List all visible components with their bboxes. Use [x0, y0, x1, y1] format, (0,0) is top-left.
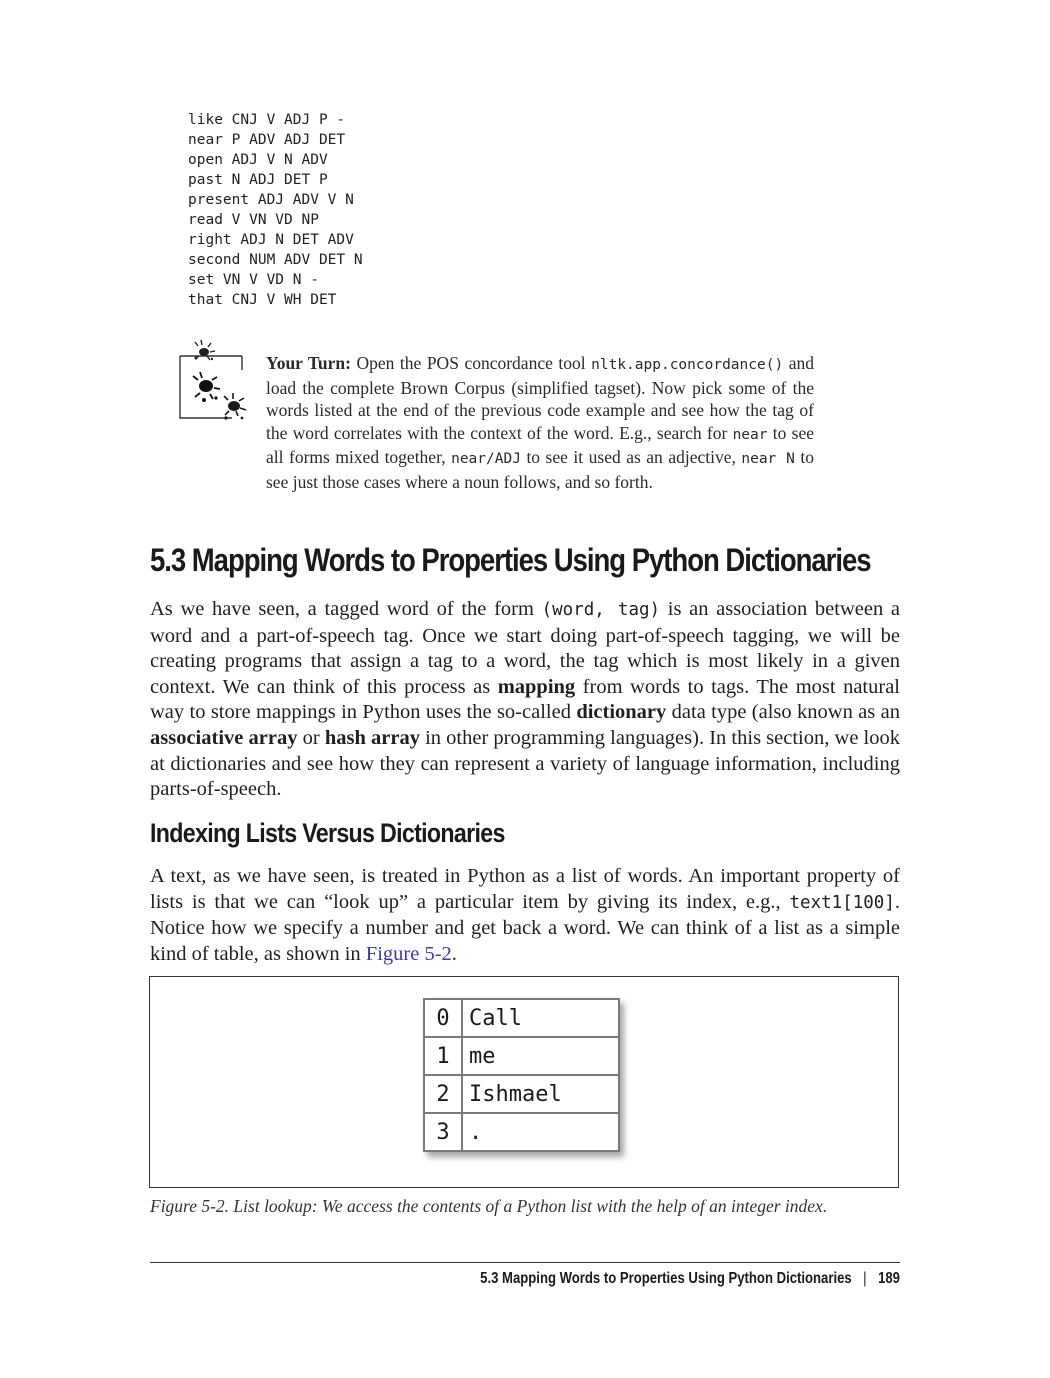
- index-cell: 2: [423, 1074, 463, 1114]
- code-line: that CNJ V WH DET: [188, 292, 337, 308]
- figure-caption: Figure 5-2. List lookup: We access the c…: [150, 1196, 828, 1216]
- index-cell: 1: [423, 1036, 463, 1076]
- section-heading: 5.3 Mapping Words to Properties Using Py…: [150, 542, 872, 578]
- tip-lead: Your Turn:: [266, 353, 351, 373]
- code-line: present ADJ ADV V N: [188, 192, 354, 208]
- code-listing: like CNJ V ADJ P - near P ADV ADJ DET open…: [188, 110, 363, 310]
- inline-code: near/ADJ: [451, 451, 521, 468]
- index-cell: 3: [423, 1112, 463, 1152]
- inline-code: (word, tag): [541, 600, 661, 620]
- inline-code: nltk.app.concordance(): [591, 357, 784, 373]
- your-turn-tip: Your Turn: Open the POS concordance tool…: [266, 352, 814, 494]
- code-line: open ADJ V N ADV: [188, 152, 328, 168]
- tip-text: Open the POS concordance tool: [350, 353, 592, 373]
- value-cell: me: [461, 1036, 620, 1076]
- paragraph-text: .: [451, 942, 457, 965]
- inline-code: near N: [741, 451, 795, 468]
- table-row: 2 Ishmael: [423, 1074, 620, 1114]
- body-paragraph: As we have seen, a tagged word of the fo…: [150, 597, 900, 803]
- paragraph-text: or: [297, 726, 325, 749]
- scorpion-tip-icon: [179, 339, 247, 420]
- table-row: 0 Call: [423, 998, 620, 1038]
- subsection-heading: Indexing Lists Versus Dictionaries: [150, 818, 505, 848]
- code-line: like CNJ V ADJ P -: [188, 112, 346, 128]
- paragraph-text: A text, as we have seen, is treated in P…: [150, 865, 900, 913]
- inline-code: text1[100]: [789, 892, 895, 913]
- value-cell: Ishmael: [461, 1074, 620, 1114]
- term-mapping: mapping: [497, 675, 576, 698]
- page-footer: 5.3 Mapping Words to Properties Using Py…: [480, 1270, 900, 1288]
- value-cell: Call: [461, 998, 620, 1038]
- list-lookup-table: 0 Call 1 me 2 Ishmael 3 .: [423, 998, 620, 1152]
- term-dictionary: dictionary: [576, 701, 667, 724]
- value-cell: .: [461, 1112, 620, 1152]
- paragraph-text: As we have seen, a tagged word of the fo…: [150, 598, 542, 620]
- term-hash-array: hash array: [324, 726, 420, 749]
- term-associative-array: associative array: [150, 726, 298, 749]
- footer-separator: |: [863, 1270, 867, 1287]
- code-line: second NUM ADV DET N: [188, 252, 363, 268]
- figure-link[interactable]: Figure 5-2: [366, 943, 452, 965]
- code-line: near P ADV ADJ DET: [188, 132, 346, 148]
- tip-text: to see it used as an adjective,: [520, 447, 742, 468]
- page-number: 189: [878, 1270, 900, 1287]
- inline-code: near: [732, 426, 768, 443]
- code-line: set VN V VD N -: [188, 272, 319, 288]
- index-cell: 0: [423, 998, 463, 1038]
- table-row: 3 .: [423, 1112, 620, 1152]
- code-line: right ADJ N DET ADV: [188, 232, 354, 248]
- body-paragraph: A text, as we have seen, is treated in P…: [150, 864, 900, 967]
- book-page: like CNJ V ADJ P - near P ADV ADJ DET open…: [0, 0, 1050, 1378]
- code-line: past N ADJ DET P: [188, 172, 328, 188]
- footer-divider: [150, 1262, 900, 1263]
- table-row: 1 me: [423, 1036, 620, 1076]
- running-title: 5.3 Mapping Words to Properties Using Py…: [480, 1270, 852, 1287]
- code-line: read V VN VD NP: [188, 212, 319, 228]
- paragraph-text: data type (also known as an: [666, 701, 900, 724]
